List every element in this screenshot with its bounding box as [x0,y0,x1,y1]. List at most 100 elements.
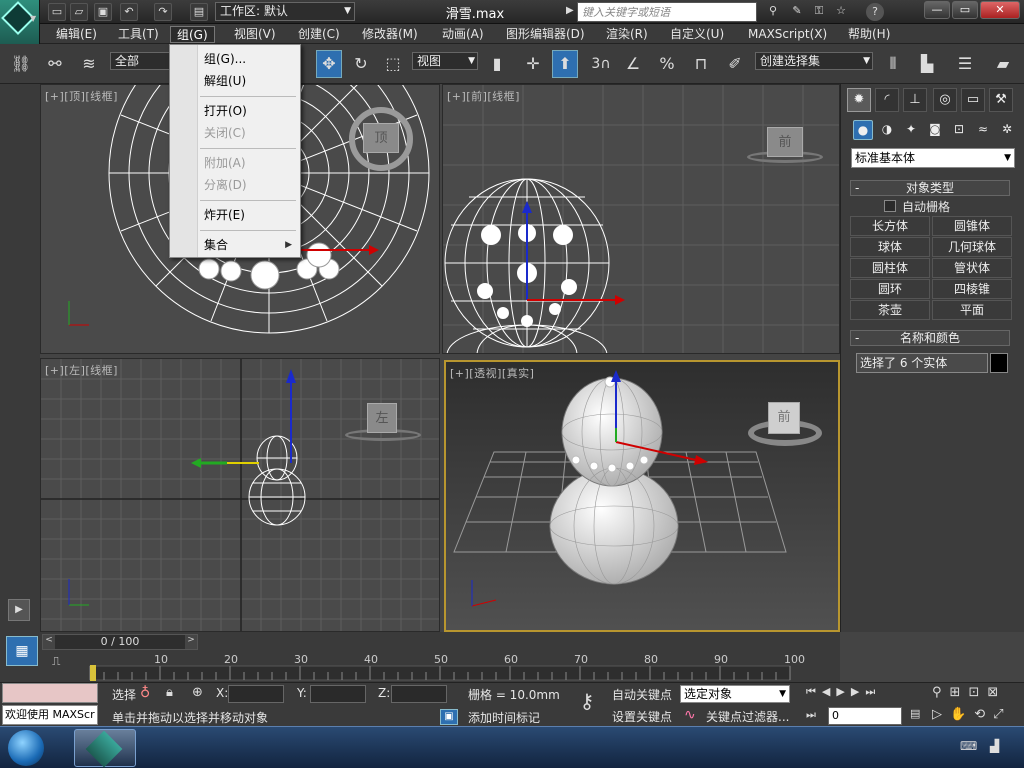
maxscript-welcome[interactable]: 欢迎使用 MAXScr [2,705,98,725]
set-key-icon[interactable]: ⚷ [570,689,604,719]
viewcube-perspective[interactable]: 前 [768,402,800,434]
field-of-view-icon[interactable]: ▷ [932,707,950,722]
name-and-color-rollout[interactable]: - 名称和颜色 [850,330,1010,346]
select-and-move-icon[interactable]: ✥ [316,50,342,78]
menu-item-assembly[interactable]: 集合 ▶ [170,235,300,255]
time-tag-icon[interactable]: ▣ [440,709,458,725]
keyboard-tray-icon[interactable]: ⌨ [960,739,977,753]
shapes-subtab-icon[interactable]: ◑ [877,120,897,140]
play-maxscript-icon[interactable]: ▶ [8,599,30,621]
sphere-button[interactable]: 球体 [850,237,930,257]
current-frame-field[interactable]: 0 [828,707,902,725]
selection-lock-icon[interactable]: 🔒︎ [166,685,173,700]
bind-to-space-warp-icon[interactable]: ≋ [76,50,102,78]
orbit-icon[interactable]: ⟲ [974,707,993,722]
autogrid-checkbox[interactable] [884,200,896,212]
menu-modifiers[interactable]: 修改器(M) [356,26,424,43]
start-button[interactable] [8,730,44,766]
object-name-field[interactable]: 选择了 6 个实体 [856,353,988,373]
display-panel-tab-icon[interactable]: ▭ [961,88,985,112]
previous-frame-icon[interactable]: ◀ [822,685,836,698]
workspace-dropdown[interactable]: 工作区: 默认 ▼ [215,2,355,21]
unlink-selection-icon[interactable]: ⚯ [42,50,68,78]
viewport-layout-icon[interactable]: ▦ [6,636,38,666]
maxscript-listener-mini[interactable] [2,683,98,703]
x-coordinate-field[interactable] [228,685,284,703]
menu-item-group[interactable]: 组(G)... [170,49,300,69]
taskbar-3dsmax-app[interactable] [74,729,136,768]
lights-subtab-icon[interactable]: ✦ [901,120,921,140]
viewcube-top[interactable]: 顶 [363,123,399,153]
geometry-subtab-icon[interactable]: ● [853,120,873,140]
mirror-icon[interactable]: ⫴ [880,50,906,78]
viewport-front[interactable]: [+][前][线框] 前 [442,84,840,354]
menu-customize[interactable]: 自定义(U) [664,26,730,43]
cone-button[interactable]: 圆锥体 [932,216,1012,236]
space-warps-subtab-icon[interactable]: ≈ [973,120,993,140]
time-configuration-icon[interactable]: ▤ [910,707,920,720]
viewport-top-label[interactable]: [+][顶][线框] [45,88,118,104]
pan-icon[interactable]: ✋ [950,707,974,722]
save-file-icon[interactable]: ▣ [94,3,112,21]
isolate-selection-icon[interactable]: ♁ [140,685,150,701]
viewcube-front[interactable]: 前 [767,127,803,157]
playback-controls[interactable]: ⏮◀▶▶⏭ [806,685,881,699]
keyboard-shortcut-override-icon[interactable]: ⬆ [552,50,578,78]
select-manipulate-icon[interactable]: ✛ [520,50,546,78]
help-button[interactable]: ? [866,3,884,21]
key-mode-toggle-icon[interactable]: ⏭ [806,708,816,722]
render-setup-icon[interactable]: ▰ [990,50,1016,78]
pivot-center-icon[interactable]: ▮ [484,50,510,78]
angle-snap-icon[interactable]: ∠ [620,50,646,78]
search-expand-icon[interactable]: ▶ [566,5,574,16]
plane-button[interactable]: 平面 [932,300,1012,320]
y-coordinate-field[interactable] [310,685,366,703]
subscription-icon[interactable]: ⚿ [810,3,828,21]
timeline-ruler[interactable]: 10 20 30 40 50 60 70 80 90 100 [40,652,840,682]
reference-coordinate-dropdown[interactable]: 视图 ▼ [412,52,478,70]
menu-create[interactable]: 创建(C) [292,26,346,43]
edit-named-selection-icon[interactable]: ✐ [722,50,748,78]
selection-filter-dropdown[interactable]: 全部 [110,52,170,70]
snaps-toggle-icon[interactable]: 3∩ [588,50,614,78]
viewport-front-label[interactable]: [+][前][线框] [447,88,520,104]
motion-panel-tab-icon[interactable]: ◎ [933,88,957,112]
zoom-all-icon[interactable]: ⊞ [950,685,969,700]
menu-views[interactable]: 视图(V) [228,26,282,43]
spinner-snap-icon[interactable]: ⊓ [688,50,714,78]
helpers-subtab-icon[interactable]: ⊡ [949,120,969,140]
redo-icon[interactable]: ↷ [154,3,172,21]
set-key-button[interactable]: 设置关键点 [612,708,672,725]
pyramid-button[interactable]: 四棱锥 [932,279,1012,299]
select-and-scale-icon[interactable]: ⬚ [380,50,406,78]
communication-center-icon[interactable]: ✎ [788,3,806,21]
menu-item-ungroup[interactable]: 解组(U) [170,71,300,91]
menu-tools[interactable]: 工具(T) [112,26,165,43]
absolute-mode-icon[interactable]: ⊕ [192,685,203,700]
go-to-start-icon[interactable]: ⏮ [806,685,822,698]
slider-next-icon[interactable]: > [185,635,197,649]
add-time-tag[interactable]: 添加时间标记 [468,709,540,726]
viewport-left-label[interactable]: [+][左][线框] [45,362,118,378]
object-color-swatch[interactable] [990,353,1008,373]
viewport-perspective[interactable]: [+][透视][真实] 前 [444,360,840,632]
menu-rendering[interactable]: 渲染(R) [600,26,654,43]
next-frame-icon[interactable]: ▶ [851,685,865,698]
viewport-left[interactable]: [+][左][线框] 左 [40,358,440,632]
create-panel-tab-icon[interactable]: ✹ [847,88,871,112]
category-dropdown[interactable]: 标准基本体 ▼ [851,148,1015,168]
viewcube-left[interactable]: 左 [367,403,397,433]
torus-button[interactable]: 圆环 [850,279,930,299]
favorites-star-icon[interactable]: ☆ [832,3,850,21]
time-slider[interactable]: < 0 / 100 > [42,634,198,650]
menu-group[interactable]: 组(G) [170,26,215,43]
teapot-button[interactable]: 茶壶 [850,300,930,320]
menu-maxscript[interactable]: MAXScript(X) [742,26,833,43]
application-button[interactable]: ▼ [0,0,40,44]
mini-curve-editor-icon[interactable]: ⎍ [52,654,72,672]
zoom-extents-icon[interactable]: ⊡ [968,685,987,700]
current-frame-marker[interactable] [90,665,96,681]
modify-panel-tab-icon[interactable]: ◜ [875,88,899,112]
menu-item-explode[interactable]: 炸开(E) [170,205,300,225]
zoom-extents-all-icon[interactable]: ⊠ [987,685,1006,700]
